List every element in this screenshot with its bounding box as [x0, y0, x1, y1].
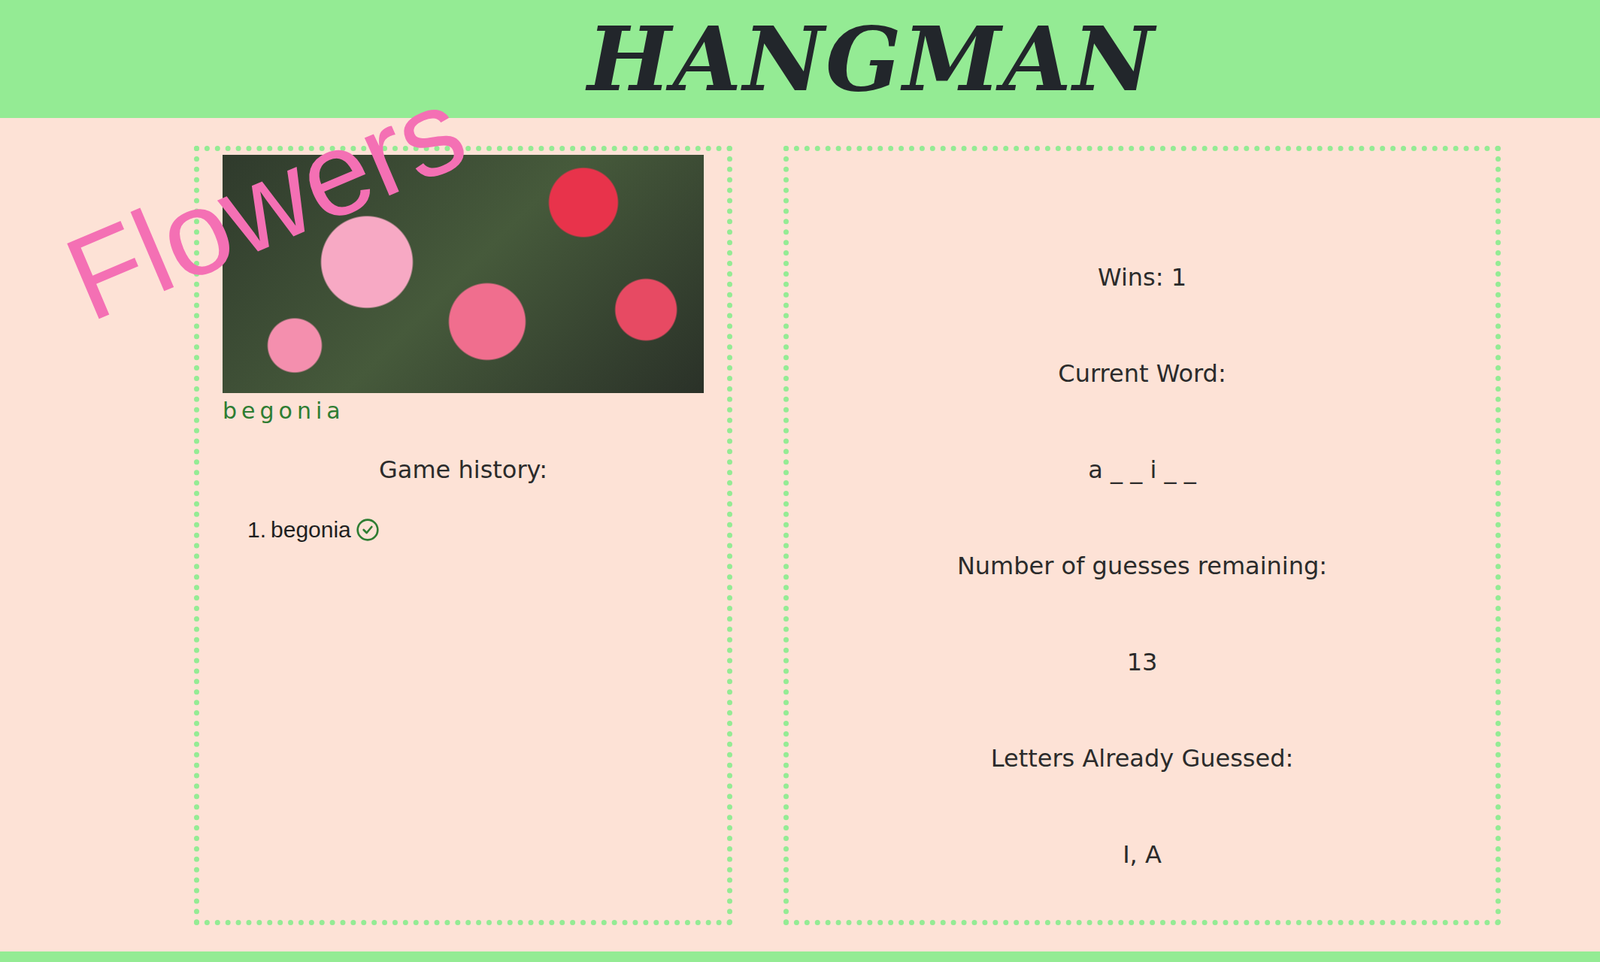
revealed-word: begonia [222, 397, 704, 425]
stat-label: Wins: 1 [788, 229, 1496, 326]
flower-photo [222, 154, 704, 394]
stat-value: I, A [788, 806, 1496, 904]
stat-value: a _ _ i _ _ [788, 421, 1496, 519]
footer-bar [0, 951, 1600, 962]
check-icon [355, 518, 380, 543]
stat-value: 13 [788, 614, 1496, 711]
history-item: 1.begonia [247, 517, 704, 543]
stat-label: Letters Already Guessed: [788, 710, 1496, 807]
title: HANGMAN [587, 6, 1156, 112]
history-list: 1.begonia [222, 517, 704, 543]
stats-panel: Wins: 1Current Word:a _ _ i _ _Number of… [783, 145, 1501, 926]
main: begonia Game history: 1.begonia Wins: 1Curr… [0, 118, 1600, 926]
hangman-page: HANGMAN begonia Game history: 1.begonia Wins… [0, 0, 1600, 962]
stat-label: Number of guesses remaining: [788, 518, 1496, 615]
stat-label: Current Word: [788, 325, 1496, 422]
category-label: Flowers [47, 60, 484, 349]
header: HANGMAN [0, 0, 1600, 119]
left-panel: begonia Game history: 1.begonia [193, 145, 733, 926]
history-title: Game history: [222, 455, 704, 485]
